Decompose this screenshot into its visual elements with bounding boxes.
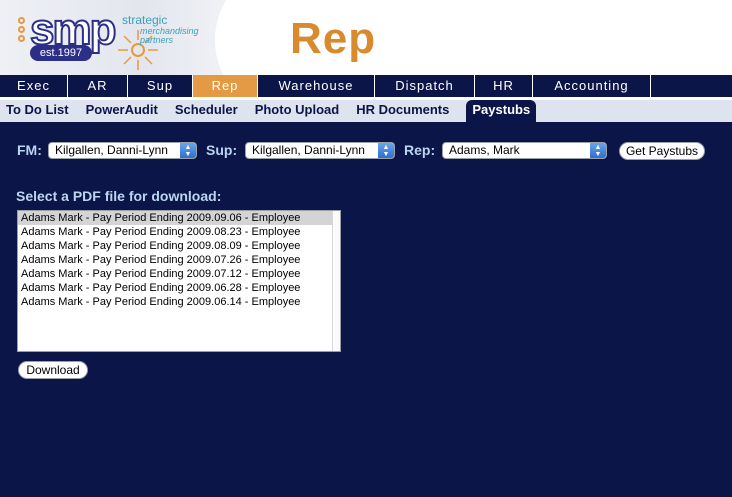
pdf-file-list[interactable]: Adams Mark - Pay Period Ending 2009.09.0… [17, 210, 341, 352]
logo-tagline-partners: partners [140, 35, 174, 45]
fm-select-value: Kilgallen, Danni-Lynn [55, 143, 168, 157]
tab-rep[interactable]: Rep [193, 75, 258, 97]
sub-nav: To Do List PowerAudit Scheduler Photo Up… [0, 100, 732, 122]
sup-select-value: Kilgallen, Danni-Lynn [252, 143, 365, 157]
subtab-photo-upload[interactable]: Photo Upload [249, 100, 351, 122]
logo-dots-icon [18, 17, 25, 44]
logo[interactable]: smp est.1997 strategic merchandising par… [0, 0, 305, 75]
sup-select[interactable]: Kilgallen, Danni-Lynn ▲ ▼ [245, 142, 395, 159]
select-arrows-icon: ▲ ▼ [378, 143, 394, 158]
logo-established: est.1997 [30, 45, 92, 61]
get-paystubs-button[interactable]: Get Paystubs [619, 142, 705, 160]
select-arrows-icon: ▲ ▼ [590, 143, 606, 158]
tab-accounting[interactable]: Accounting [533, 75, 651, 97]
subtab-hr-documents[interactable]: HR Documents [350, 100, 460, 122]
file-select-prompt: Select a PDF file for download: [16, 188, 222, 204]
rep-select-value: Adams, Mark [449, 143, 520, 157]
tab-warehouse[interactable]: Warehouse [258, 75, 375, 97]
tab-exec[interactable]: Exec [0, 75, 68, 97]
header: smp est.1997 strategic merchandising par… [0, 0, 732, 75]
subtab-poweraudit[interactable]: PowerAudit [80, 100, 169, 122]
file-list-item[interactable]: Adams Mark - Pay Period Ending 2009.06.1… [18, 295, 340, 309]
tab-sup[interactable]: Sup [128, 75, 193, 97]
file-list-item[interactable]: Adams Mark - Pay Period Ending 2009.09.0… [18, 211, 340, 225]
file-list-item[interactable]: Adams Mark - Pay Period Ending 2009.06.2… [18, 281, 340, 295]
sub-nav-bar: To Do List PowerAudit Scheduler Photo Up… [0, 97, 732, 122]
tab-hr[interactable]: HR [475, 75, 533, 97]
subtab-scheduler[interactable]: Scheduler [169, 100, 249, 122]
top-nav: Exec AR Sup Rep Warehouse Dispatch HR Ac… [0, 75, 732, 97]
page-title: Rep [290, 14, 377, 63]
tab-dispatch[interactable]: Dispatch [375, 75, 475, 97]
select-arrows-icon: ▲ ▼ [180, 143, 196, 158]
fm-select[interactable]: Kilgallen, Danni-Lynn ▲ ▼ [48, 142, 197, 159]
subtab-to-do-list[interactable]: To Do List [0, 100, 80, 122]
list-scrollbar[interactable] [332, 211, 340, 351]
sup-label: Sup: [206, 142, 238, 158]
download-button[interactable]: Download [18, 361, 88, 379]
logo-tagline-strategic: strategic [122, 13, 168, 27]
tab-ar[interactable]: AR [68, 75, 128, 97]
file-list-item[interactable]: Adams Mark - Pay Period Ending 2009.07.2… [18, 253, 340, 267]
file-list-item[interactable]: Adams Mark - Pay Period Ending 2009.07.1… [18, 267, 340, 281]
file-list-item[interactable]: Adams Mark - Pay Period Ending 2009.08.0… [18, 239, 340, 253]
rep-select[interactable]: Adams, Mark ▲ ▼ [442, 142, 607, 159]
file-list-item[interactable]: Adams Mark - Pay Period Ending 2009.08.2… [18, 225, 340, 239]
rep-label: Rep: [404, 142, 436, 158]
fm-label: FM: [17, 142, 42, 158]
subtab-paystubs[interactable]: Paystubs [466, 100, 537, 122]
